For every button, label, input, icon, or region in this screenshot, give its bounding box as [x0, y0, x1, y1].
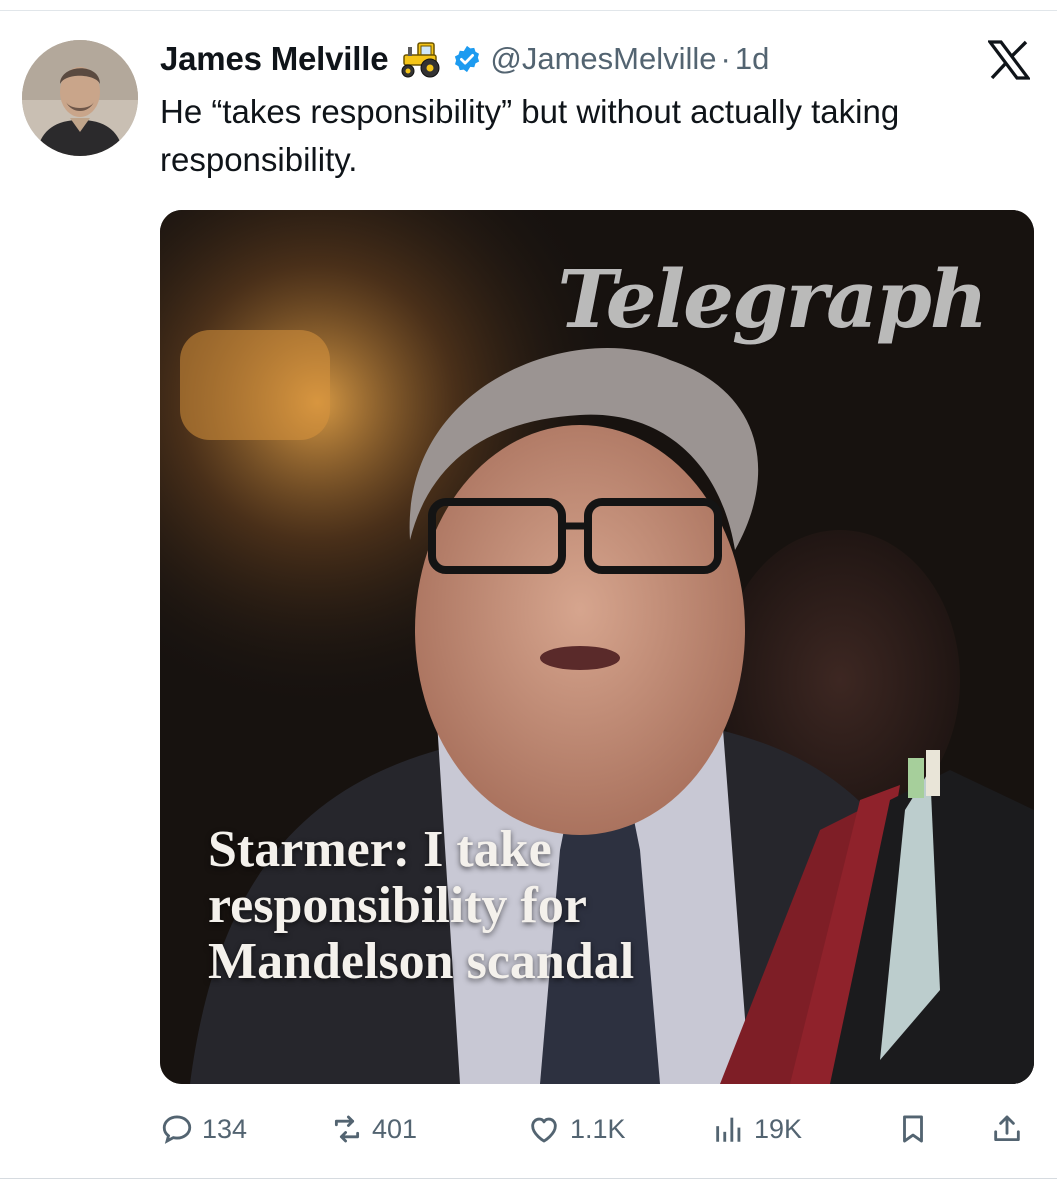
share-button[interactable] [990, 1104, 1024, 1154]
tweet-action-bar: 134 401 1.1K 19K [160, 1104, 1034, 1154]
tweet-screenshot: James Melville @JamesMelville · 1d He “t… [0, 0, 1057, 1200]
display-name[interactable]: James Melville [160, 40, 389, 78]
avatar[interactable] [22, 40, 138, 156]
handle[interactable]: @JamesMelville [490, 41, 716, 77]
reply-icon [162, 1115, 192, 1144]
tractor-icon [396, 39, 444, 79]
divider [0, 10, 1057, 11]
repost-button[interactable]: 401 [330, 1104, 417, 1154]
bookmark-icon [903, 1115, 923, 1143]
repost-icon [334, 1115, 360, 1143]
image-headline: Starmer: I take responsibility for Mande… [208, 821, 635, 990]
tweet-header: James Melville @JamesMelville · 1d [160, 36, 769, 82]
timestamp[interactable]: 1d [735, 41, 769, 77]
views-icon [716, 1117, 741, 1142]
repost-count: 401 [372, 1113, 418, 1144]
x-logo-icon [986, 40, 1032, 80]
separator-dot: · [720, 41, 731, 76]
reply-count: 134 [202, 1113, 248, 1144]
avatar-photo [22, 40, 138, 156]
share-icon [994, 1115, 1020, 1142]
views-button[interactable]: 19K [712, 1104, 802, 1154]
telegraph-masthead: Telegraph [557, 252, 988, 346]
reply-button[interactable]: 134 [160, 1104, 247, 1154]
heart-icon [531, 1117, 557, 1143]
views-count: 19K [754, 1113, 803, 1144]
divider [0, 1178, 1057, 1179]
verified-badge-icon [452, 44, 482, 74]
tweet-media-image[interactable]: Telegraph Starmer: I take responsibility… [160, 210, 1034, 1084]
like-count: 1.1K [570, 1113, 626, 1144]
like-button[interactable]: 1.1K [526, 1104, 626, 1154]
bookmark-button[interactable] [896, 1104, 930, 1154]
tweet-text: He “takes responsibility” but without ac… [160, 93, 900, 178]
